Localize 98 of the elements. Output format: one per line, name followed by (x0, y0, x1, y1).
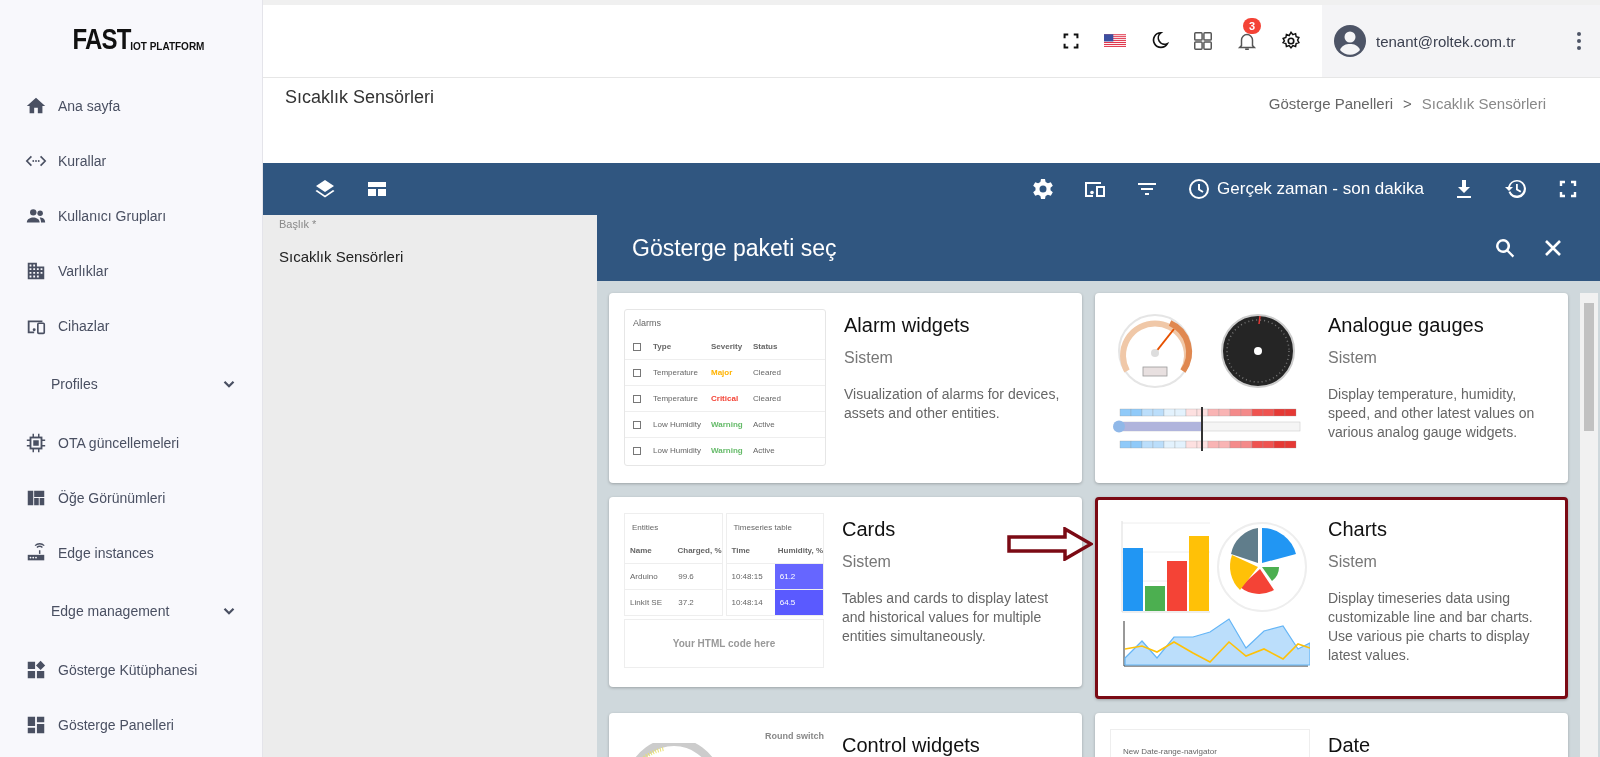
table-cell-text: Active (753, 446, 776, 455)
checkbox[interactable] (633, 368, 641, 377)
sidebar-item[interactable]: Edge instances (0, 525, 262, 580)
table-cell: 61.2 (774, 564, 823, 589)
checkbox[interactable] (633, 446, 641, 455)
bundle-card[interactable]: Analogue gauges Sistem Display temperature, humidity, speed, and other latest values on various analog gauge widgets. (1095, 293, 1568, 483)
table-cell-text: 10:48:15 (730, 571, 764, 583)
checkbox[interactable] (633, 394, 641, 403)
group-label: Edge management (51, 603, 170, 619)
table-cell-text: Low Humidity (653, 446, 702, 455)
bundle-title: Analogue gauges (1328, 314, 1485, 337)
severity-label: Critical (711, 394, 739, 403)
bundle-card[interactable]: Charts Sistem Display timeseries data using customizable line and bar charts. Use various pie charts to display latest values. (1095, 497, 1568, 699)
table-cell-text: 37.2 (677, 597, 695, 609)
widget-label: Round switch (765, 731, 824, 743)
bar (1167, 561, 1187, 611)
history-icon[interactable] (1504, 177, 1528, 201)
pie-slice (1230, 555, 1258, 590)
sidebar-item[interactable]: Gösterge Kütüphanesi (0, 642, 262, 697)
pie-slice (1231, 528, 1258, 563)
table-cell-text: Low Humidity (653, 420, 702, 429)
table-cell-text: Temperature (653, 394, 699, 403)
page-title: Sıcaklık Sensörleri (285, 87, 435, 108)
bundle-title: Cards (842, 518, 897, 541)
table-cell-text: 10:48:14 (730, 597, 764, 609)
table-cell-text: Cleared (753, 368, 782, 377)
logo: FASTIOT PLATFORM (71, 24, 205, 54)
sidebar-group[interactable]: Profiles (0, 353, 262, 415)
sidebar-item[interactable]: Öğe Görünümleri (0, 470, 262, 525)
avatar-icon (1334, 25, 1366, 57)
grid-icon[interactable] (1192, 30, 1214, 52)
column-header[interactable]: Charged, % (672, 538, 722, 563)
table-cell-text: Temperature (653, 368, 699, 377)
sidebar-item[interactable]: Ana sayfa (0, 78, 262, 133)
time-window-button[interactable]: Gerçek zaman - son dakika (1187, 177, 1424, 201)
breadcrumb-link[interactable]: Gösterge Panelleri (1268, 95, 1393, 112)
bundle-card[interactable]: Round switch Control widgets (609, 713, 1082, 757)
scrollbar-thumb[interactable] (1584, 303, 1594, 431)
field-label: Başlık * (279, 218, 318, 230)
widgets-icon (25, 658, 47, 681)
clock-icon (1187, 177, 1212, 201)
column-header[interactable]: Status (753, 342, 795, 351)
bundle-description: Display timeseries data using customizable line and bar charts. Use various pie charts to display latest values. (1328, 589, 1534, 665)
column-header[interactable]: Humidity, % (772, 538, 823, 563)
sidebar-item[interactable]: Varlıklar (0, 243, 262, 298)
bundle-card[interactable]: New Date-range-navigator Date (1095, 713, 1568, 757)
bundle-card[interactable] (609, 497, 1082, 687)
table-cell-text: Arduino (629, 571, 659, 583)
bundle-title: Date (1328, 734, 1371, 757)
sidebar-item[interactable]: Gösterge Panelleri (0, 697, 262, 752)
bundle-card[interactable] (609, 293, 1082, 483)
bundle-subtitle: Sistem (1328, 553, 1378, 571)
breadcrumb-separator: > (1403, 95, 1412, 112)
search-icon[interactable] (1493, 236, 1517, 260)
bundle-subtitle: Sistem (842, 553, 892, 571)
sidebar-item[interactable]: Kullanıcı Grupları (0, 188, 262, 243)
bundle-title: Control widgets (842, 734, 980, 757)
severity-label: Major (711, 368, 733, 377)
bundle-title: Charts (1328, 518, 1388, 541)
panel-header: Gösterge paketi seç (597, 215, 1600, 281)
sidebar-item[interactable]: Cihazlar (0, 298, 262, 353)
notification-badge: 3 (1243, 18, 1262, 34)
severity-label: Warning (711, 420, 743, 429)
table-cell-text: Cleared (753, 394, 782, 403)
bundle-subtitle: Sistem (1328, 349, 1378, 367)
table-cell: 64.5 (774, 590, 823, 615)
bar (1123, 548, 1143, 611)
settings-icon[interactable] (1031, 177, 1056, 201)
bundle-description: Tables and cards to display latest and historical values for multiple entities simultaneously. (842, 589, 1050, 646)
column-header[interactable]: Severity (711, 342, 753, 351)
sidebar-item[interactable]: OTA güncellemeleri (0, 415, 262, 470)
bar (1145, 586, 1165, 611)
bundle-subtitle: Sistem (844, 349, 894, 367)
pie-slice (1262, 528, 1296, 563)
date-widget-card: New Date-range-navigator (1110, 729, 1310, 757)
table-title: Entities (631, 522, 660, 534)
table-cell-text: Active (753, 420, 776, 429)
column-header[interactable]: Name (625, 538, 673, 563)
bundle-description: Display temperature, humidity, speed, and other latest values on various analog gauge widgets. (1328, 385, 1536, 442)
group-label: Profiles (51, 376, 98, 392)
checkbox[interactable] (633, 420, 641, 429)
column-header[interactable]: Time (726, 538, 773, 563)
table-cell-text: 99.6 (677, 571, 695, 583)
title-field[interactable]: Sıcaklık Sensörleri (279, 248, 597, 265)
user-menu[interactable]: tenant@roltek.com.tr (1322, 5, 1600, 77)
scrollbar[interactable] (1580, 293, 1598, 757)
table-title: Timeseries table (732, 522, 793, 534)
table-title: Alarms (632, 317, 662, 330)
chip-icon (25, 431, 47, 454)
checkbox[interactable] (633, 342, 641, 351)
sidebar-group[interactable]: Edge management (0, 580, 262, 642)
severity-label: Warning (711, 446, 743, 455)
bundle-description: Visualization of alarms for devices, assets and other entities. (844, 385, 1061, 423)
table-cell-text: LinkIt SE (629, 597, 663, 609)
bundle-title: Alarm widgets (844, 314, 971, 337)
column-header[interactable]: Type (653, 342, 711, 351)
sidebar-item[interactable]: Kurallar (0, 133, 262, 188)
html-card: Your HTML code here (624, 619, 824, 668)
